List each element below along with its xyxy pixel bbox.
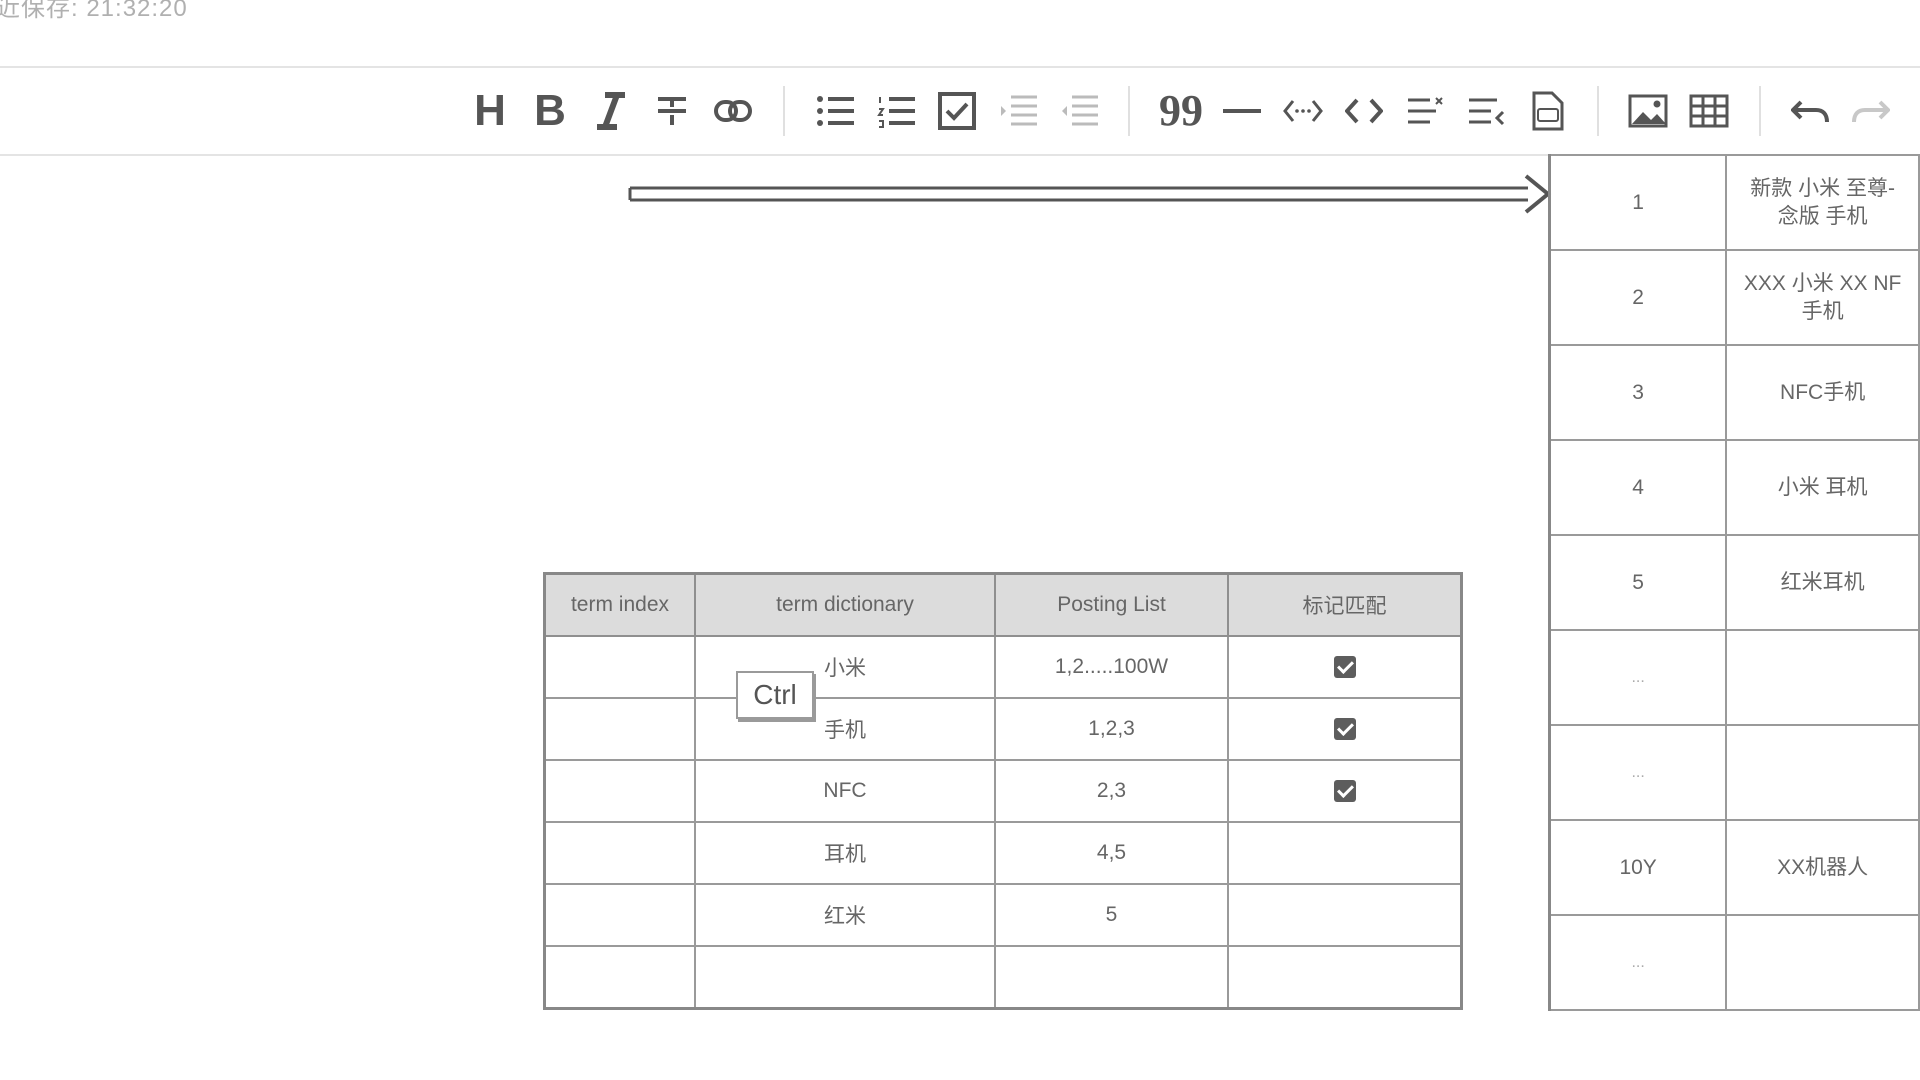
table-row — [543, 945, 1463, 1010]
quote-icon[interactable]: 99 — [1158, 88, 1204, 134]
table-row: 5 红米耳机 — [1548, 534, 1920, 631]
heading-icon[interactable]: H — [467, 86, 513, 135]
indent-icon[interactable] — [995, 88, 1041, 134]
doc-text-cell[interactable]: 红米耳机 — [1725, 534, 1920, 631]
image-icon[interactable] — [1625, 88, 1671, 134]
bullet-list-icon[interactable] — [812, 88, 858, 134]
table-row: 耳机 4,5 — [543, 821, 1463, 885]
table-row: ... — [1548, 724, 1920, 821]
doc-text-cell[interactable]: 新款 小米 至尊- 念版 手机 — [1725, 154, 1920, 251]
term-index-cell[interactable] — [543, 883, 696, 947]
doc-text-cell[interactable]: 小米 耳机 — [1725, 439, 1920, 536]
checklist-icon[interactable] — [934, 88, 980, 134]
match-cell[interactable] — [1227, 759, 1463, 823]
code-block-icon[interactable] — [1341, 88, 1387, 134]
toolbar-divider — [1759, 86, 1761, 136]
editor-toolbar: H B 99 — [0, 68, 1920, 156]
insert-after-icon[interactable] — [1463, 88, 1509, 134]
match-cell[interactable] — [1227, 821, 1463, 885]
posting-list-cell[interactable]: 4,5 — [994, 821, 1229, 885]
term-cell[interactable]: NFC — [694, 759, 996, 823]
doc-id-cell[interactable]: 3 — [1548, 344, 1728, 441]
bold-icon[interactable]: B — [527, 86, 573, 135]
term-cell[interactable]: 耳机 — [694, 821, 996, 885]
doc-text-cell[interactable] — [1725, 914, 1920, 1011]
table-row: 1 新款 小米 至尊- 念版 手机 — [1548, 154, 1920, 251]
term-table-body: 小米 1,2.....100W 手机 1,2,3 NFC 2,3 耳机 4,5 红米 5 — [543, 635, 1463, 1010]
term-index-table: term index term dictionary Posting List … — [543, 572, 1463, 1010]
term-cell[interactable]: 红米 — [694, 883, 996, 947]
strikethrough-icon[interactable] — [649, 88, 695, 134]
doc-id-cell[interactable]: 10Y — [1548, 819, 1728, 916]
doc-id-cell[interactable]: ... — [1548, 914, 1728, 1011]
table-row: 4 小米 耳机 — [1548, 439, 1920, 536]
toolbar-divider — [1597, 86, 1599, 136]
match-cell[interactable] — [1227, 883, 1463, 947]
italic-icon[interactable] — [588, 88, 634, 134]
doc-text-cell[interactable]: NFC手机 — [1725, 344, 1920, 441]
doc-text-cell[interactable]: XXX 小米 XX NF 手机 — [1725, 249, 1920, 346]
table-row: 10Y XX机器人 — [1548, 819, 1920, 916]
numbered-list-icon[interactable] — [873, 88, 919, 134]
inline-code-icon[interactable] — [1280, 88, 1326, 134]
term-cell[interactable] — [694, 945, 996, 1010]
link-icon[interactable] — [710, 88, 756, 134]
column-header-term-dictionary: term dictionary — [694, 572, 996, 637]
doc-id-cell[interactable]: 2 — [1548, 249, 1728, 346]
document-table-body: 1 新款 小米 至尊- 念版 手机 2 XXX 小米 XX NF 手机 3 NFC手机 4 小… — [1548, 154, 1920, 1011]
toolbar-divider — [1128, 86, 1130, 136]
table-row: 手机 1,2,3 — [543, 697, 1463, 761]
term-index-cell[interactable] — [543, 945, 696, 1010]
checked-checkbox-icon[interactable] — [1333, 780, 1356, 803]
table-header-row: term index term dictionary Posting List … — [543, 572, 1463, 637]
export-pdf-icon[interactable] — [1524, 88, 1570, 134]
term-index-cell[interactable] — [543, 635, 696, 699]
redo-icon[interactable] — [1848, 88, 1894, 134]
column-header-match: 标记匹配 — [1227, 572, 1463, 637]
save-status-text: 近保存: 21:32:20 — [0, 0, 188, 22]
flow-arrow — [628, 174, 1552, 214]
match-cell[interactable] — [1227, 635, 1463, 699]
term-index-cell[interactable] — [543, 697, 696, 761]
term-index-cell[interactable] — [543, 821, 696, 885]
doc-text-cell[interactable] — [1725, 629, 1920, 726]
term-index-cell[interactable] — [543, 759, 696, 823]
column-header-posting-list: Posting List — [994, 572, 1229, 637]
doc-text-cell[interactable]: XX机器人 — [1725, 819, 1920, 916]
doc-id-cell[interactable]: 1 — [1548, 154, 1728, 251]
table-row: NFC 2,3 — [543, 759, 1463, 823]
doc-text-cell[interactable] — [1725, 724, 1920, 821]
table-row: 2 XXX 小米 XX NF 手机 — [1548, 249, 1920, 346]
checked-checkbox-icon[interactable] — [1333, 718, 1356, 741]
posting-list-cell[interactable]: 1,2,3 — [994, 697, 1229, 761]
column-header-term-index: term index — [543, 572, 696, 637]
posting-list-cell[interactable] — [994, 945, 1229, 1010]
doc-id-cell[interactable]: 5 — [1548, 534, 1728, 631]
table-row: 3 NFC手机 — [1548, 344, 1920, 441]
doc-id-cell[interactable]: 4 — [1548, 439, 1728, 536]
ctrl-key-indicator: Ctrl — [736, 671, 814, 719]
document-table: 1 新款 小米 至尊- 念版 手机 2 XXX 小米 XX NF 手机 3 NFC手机 4 小… — [1548, 154, 1920, 1011]
checked-checkbox-icon[interactable] — [1333, 656, 1356, 679]
status-bar: 近保存: 21:32:20 — [0, 0, 1920, 68]
outdent-icon[interactable] — [1056, 88, 1102, 134]
table-row: ... — [1548, 629, 1920, 726]
match-cell[interactable] — [1227, 697, 1463, 761]
doc-id-cell[interactable]: ... — [1548, 724, 1728, 821]
table-icon[interactable] — [1686, 88, 1732, 134]
match-cell[interactable] — [1227, 945, 1463, 1010]
posting-list-cell[interactable]: 5 — [994, 883, 1229, 947]
table-row: 小米 1,2.....100W — [543, 635, 1463, 699]
posting-list-cell[interactable]: 2,3 — [994, 759, 1229, 823]
table-row: ... — [1548, 914, 1920, 1011]
posting-list-cell[interactable]: 1,2.....100W — [994, 635, 1229, 699]
horizontal-rule-icon[interactable] — [1219, 88, 1265, 134]
insert-before-icon[interactable] — [1402, 88, 1448, 134]
table-row: 红米 5 — [543, 883, 1463, 947]
toolbar-divider — [783, 86, 785, 136]
undo-icon[interactable] — [1787, 88, 1833, 134]
doc-id-cell[interactable]: ... — [1548, 629, 1728, 726]
